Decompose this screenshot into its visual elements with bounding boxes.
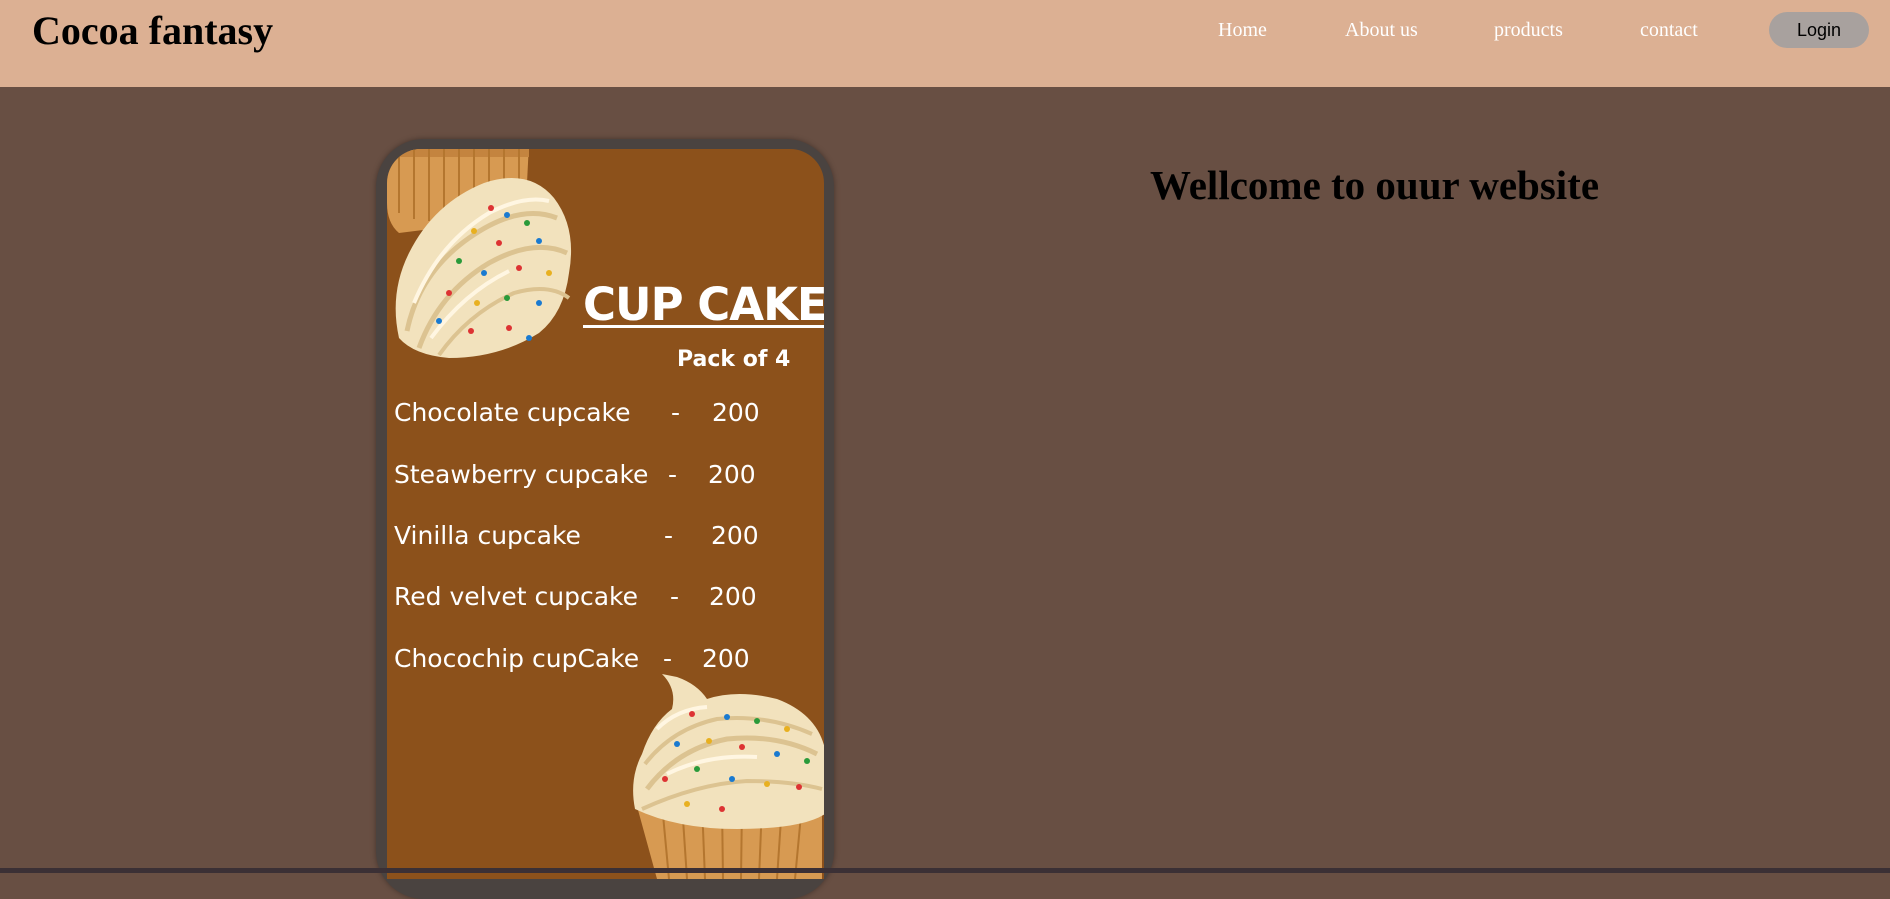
phone-frame: CUP CAKES Pack of 4 Chocolate cupcake - … xyxy=(376,139,834,899)
item-name: Red velvet cupcake xyxy=(394,582,638,611)
item-price: 200 xyxy=(711,521,759,550)
nav-about-link[interactable]: About us xyxy=(1345,18,1418,42)
pack-label: Pack of 4 xyxy=(677,347,791,372)
item-price: 200 xyxy=(708,460,756,489)
login-button[interactable]: Login xyxy=(1769,12,1869,48)
cupcake-image-bottom xyxy=(633,674,824,879)
cupcake-menu-card: CUP CAKES Pack of 4 Chocolate cupcake - … xyxy=(387,149,824,879)
item-separator: - xyxy=(670,582,680,611)
item-separator: - xyxy=(668,460,678,489)
item-price: 200 xyxy=(709,582,757,611)
cupcake-image-top xyxy=(387,149,572,358)
item-name: Chocochip cupCake xyxy=(394,644,640,673)
item-price: 200 xyxy=(712,398,760,427)
welcome-heading: Wellcome to ouur website xyxy=(1150,162,1600,208)
nav-home-link[interactable]: Home xyxy=(1218,18,1267,42)
card-title: CUP CAKES xyxy=(583,278,824,331)
item-separator: - xyxy=(664,521,674,550)
item-name: Steawberry cupcake xyxy=(394,460,649,489)
bottom-edge xyxy=(0,868,1890,873)
brand-logo[interactable]: Cocoa fantasy xyxy=(32,6,273,56)
nav-products-link[interactable]: products xyxy=(1494,18,1563,42)
navbar: Cocoa fantasy Home About us products con… xyxy=(0,0,1890,87)
item-name: Chocolate cupcake xyxy=(394,398,631,427)
item-name: Vinilla cupcake xyxy=(394,521,581,550)
nav-contact-link[interactable]: contact xyxy=(1640,18,1698,42)
item-separator: - xyxy=(671,398,681,427)
